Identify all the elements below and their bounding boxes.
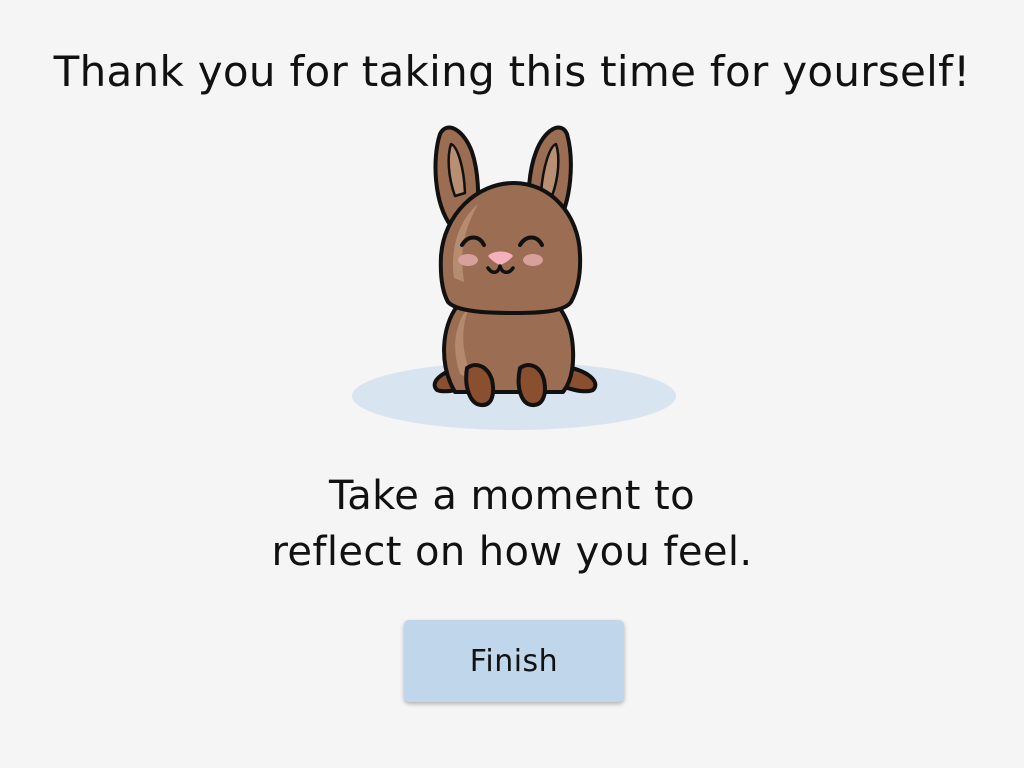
bunny-foot-left bbox=[464, 363, 496, 407]
reflection-message: Take a moment to reflect on how you feel… bbox=[0, 468, 1024, 580]
bunny-cheek-right bbox=[523, 254, 543, 266]
reflection-message-line-1: Take a moment to bbox=[329, 473, 695, 519]
page-title: Thank you for taking this time for yours… bbox=[53, 47, 971, 96]
bunny-icon bbox=[352, 125, 676, 430]
completion-screen: Thank you for taking this time for yours… bbox=[0, 0, 1024, 768]
reflection-message-line-2: reflect on how you feel. bbox=[271, 529, 753, 575]
bunny-foot-right bbox=[516, 363, 547, 407]
bunny-illustration bbox=[352, 124, 678, 436]
bunny-cheek-left bbox=[458, 254, 478, 266]
finish-button[interactable]: Finish bbox=[404, 620, 624, 702]
